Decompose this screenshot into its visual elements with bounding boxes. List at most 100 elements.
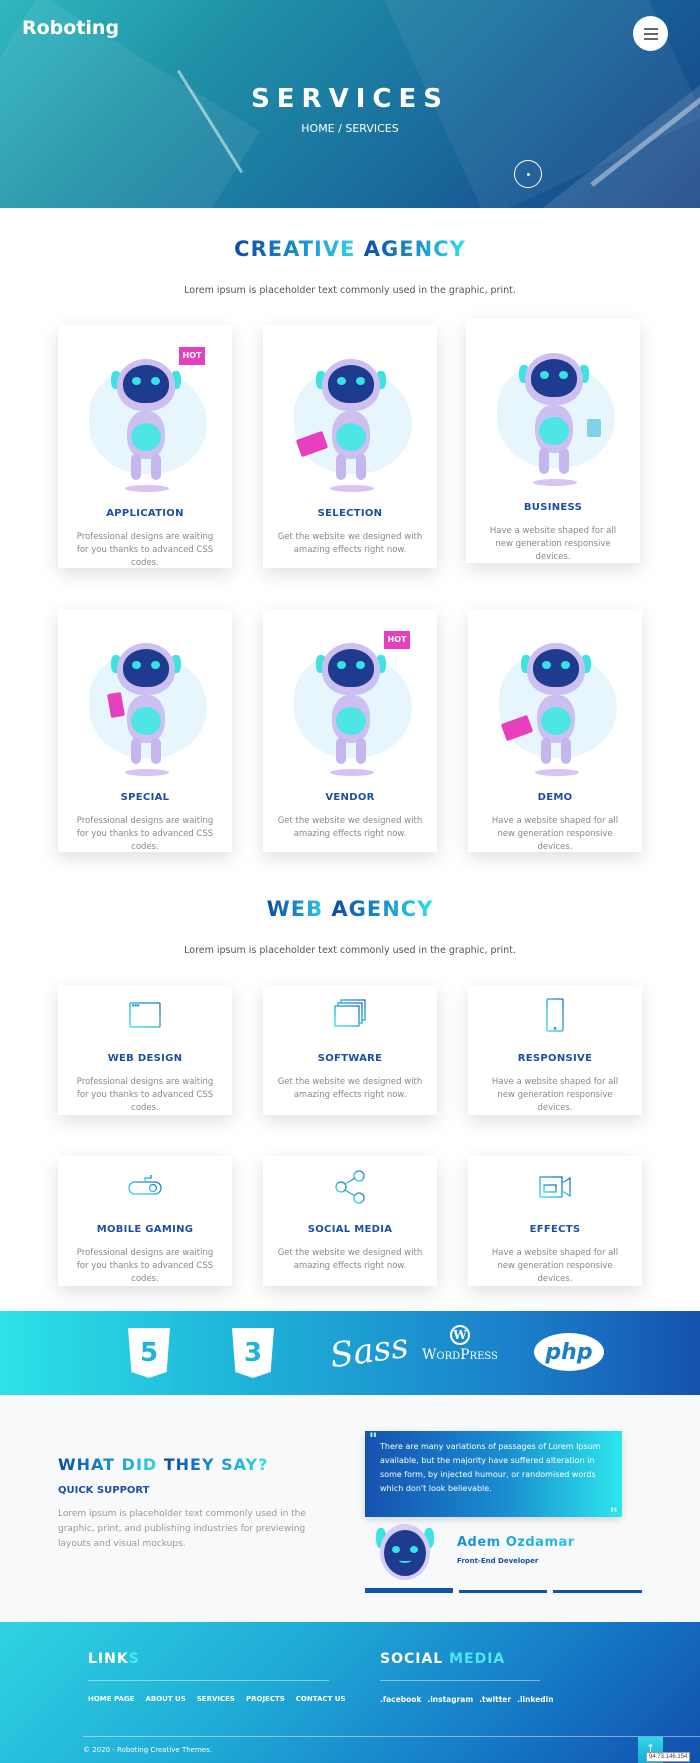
slider-dot-3[interactable] [553, 1590, 642, 1593]
breadcrumb-home[interactable]: HOME [301, 122, 334, 135]
breadcrumb-separator: / [338, 122, 342, 135]
testimonial-avatar [372, 1522, 438, 1582]
service-card-title: SOCIAL MEDIA [307, 1224, 393, 1235]
service-card[interactable]: SELECTION Get the website we designed wi… [263, 325, 437, 568]
service-card-text: Have a website shaped for all new genera… [489, 526, 617, 562]
service-card-text: Have a website shaped for all new genera… [491, 1077, 619, 1113]
breadcrumb: HOME / SERVICES [0, 122, 700, 135]
service-card[interactable]: SOCIAL MEDIA Get the website we designed… [263, 1156, 437, 1286]
quick-support-label: QUICK SUPPORT [58, 1485, 150, 1496]
service-card-title: EFFECTS [529, 1224, 581, 1235]
footer-link[interactable]: HOME PAGE [88, 1695, 134, 1703]
service-card-text: Get the website we designed with amazing… [277, 1248, 423, 1271]
share-icon [263, 1156, 437, 1204]
service-card-title: SPECIAL [120, 792, 170, 803]
service-card-title: RESPONSIVE [517, 1053, 593, 1064]
service-card-title: SOFTWARE [317, 1053, 383, 1064]
sass-logo-icon: Sass [327, 1325, 411, 1377]
wordpress-logo-icon: W WordPress [422, 1325, 498, 1363]
service-card-text: Professional designs are waiting for you… [76, 1248, 214, 1284]
service-card-title: BUSINESS [523, 502, 583, 513]
service-card-text: Get the website we designed with amazing… [277, 1077, 423, 1100]
quote-open-icon: " [369, 1429, 378, 1448]
footer-link[interactable]: ABOUT US [145, 1695, 185, 1703]
service-card-text: Have a website shaped for all new genera… [491, 1248, 619, 1284]
testimonial-author-role: Front-End Developer [457, 1557, 539, 1565]
site-footer: LINKS HOME PAGE ABOUT US SERVICES PROJECTS C… [0, 1622, 700, 1763]
footer-social-link[interactable]: .instagram [427, 1695, 473, 1704]
footer-social-links: .facebook .instagram .twitter .linkedin [380, 1695, 554, 1704]
footer-social-link[interactable]: .linkedin [517, 1695, 553, 1704]
robot-illustration [75, 623, 215, 778]
service-card-text: Professional designs are waiting for you… [76, 816, 214, 852]
technology-band: 5 3 Sass W WordPress php [0, 1311, 700, 1395]
service-card[interactable]: SPECIAL Professional designs are waiting… [58, 609, 232, 852]
creative-agency-subtitle: Lorem ipsum is placeholder text commonly… [184, 285, 516, 296]
footer-link[interactable]: SERVICES [197, 1695, 235, 1703]
service-card-title: DEMO [537, 792, 573, 803]
php-logo-icon: php [534, 1333, 604, 1371]
footer-link[interactable]: PROJECTS [246, 1695, 285, 1703]
web-agency-subtitle: Lorem ipsum is placeholder text commonly… [184, 945, 516, 956]
hamburger-menu-icon[interactable] [633, 16, 668, 51]
scroll-indicator-icon[interactable] [514, 160, 542, 188]
service-card-text: Get the website we designed with amazing… [277, 816, 423, 839]
service-card-title: SELECTION [317, 508, 383, 519]
service-card[interactable]: SOFTWARE Get the website we designed wit… [263, 985, 437, 1115]
mobile-phone-icon [468, 985, 642, 1033]
stacked-windows-icon [263, 985, 437, 1033]
service-card[interactable]: EFFECTS Have a website shaped for all ne… [468, 1156, 642, 1286]
robot-illustration [280, 339, 420, 494]
footer-divider [380, 1680, 540, 1681]
footer-link[interactable]: CONTACT US [296, 1695, 346, 1703]
css3-logo-icon: 3 [232, 1328, 274, 1378]
service-card-title: VENDOR [325, 792, 375, 803]
copyright-text: © 2020 - Roboting Creative Themes. [83, 1746, 212, 1754]
service-card[interactable]: BUSINESS Have a website shaped for all n… [466, 319, 640, 563]
service-card[interactable]: HOT APPLICATION Professional designs are… [58, 325, 232, 568]
service-card-text: Get the website we designed with amazing… [277, 532, 423, 555]
service-card-title: APPLICATION [106, 508, 184, 519]
footer-social-link[interactable]: .facebook [380, 1695, 421, 1704]
hot-badge: HOT [179, 347, 205, 365]
robot-illustration [483, 333, 623, 488]
service-card-title: WEB DESIGN [107, 1053, 183, 1064]
hero-header: Roboting SERVICES HOME / SERVICES [0, 0, 700, 208]
web-agency-title: WEB AGENCY [266, 897, 434, 921]
video-camera-icon [468, 1156, 642, 1204]
page-title: SERVICES [251, 84, 449, 114]
service-card-text: Professional designs are waiting for you… [76, 1077, 214, 1113]
robot-illustration [485, 623, 625, 778]
footer-links: HOME PAGE ABOUT US SERVICES PROJECTS CONTACT… [88, 1695, 345, 1703]
site-logo[interactable]: Roboting [22, 17, 119, 39]
gamepad-icon [58, 1156, 232, 1204]
footer-social-title: SOCIAL MEDIA [380, 1651, 506, 1667]
robot-illustration: HOT [280, 623, 420, 778]
service-card[interactable]: WEB DESIGN Professional designs are wait… [58, 985, 232, 1115]
testimonials-text: Lorem ipsum is placeholder text commonly… [58, 1509, 306, 1549]
footer-social-link[interactable]: .twitter [479, 1695, 511, 1704]
slider-dot-1[interactable] [365, 1588, 453, 1593]
footer-bottom-divider [83, 1736, 700, 1737]
ip-address-tooltip: 94.73.146.154 [646, 1752, 691, 1762]
robot-illustration: HOT [75, 339, 215, 494]
service-card-text: Professional designs are waiting for you… [76, 532, 214, 568]
hot-badge: HOT [384, 631, 410, 649]
html5-logo-icon: 5 [128, 1328, 170, 1378]
browser-window-icon [58, 985, 232, 1033]
creative-agency-title: CREATIVE AGENCY [234, 237, 466, 261]
footer-links-title: LINKS [88, 1651, 140, 1667]
service-card-title: MOBILE GAMING [96, 1224, 194, 1235]
testimonials-title: WHAT DID THEY SAY? [58, 1455, 269, 1474]
testimonial-quote: There are many variations of passages of… [380, 1442, 601, 1493]
slider-dot-2[interactable] [459, 1590, 547, 1593]
service-card[interactable]: DEMO Have a website shaped for all new g… [468, 609, 642, 852]
footer-divider [88, 1680, 329, 1681]
service-card[interactable]: MOBILE GAMING Professional designs are w… [58, 1156, 232, 1286]
testimonial-author-name: Adem Özdamar [457, 1535, 575, 1550]
service-card[interactable]: RESPONSIVE Have a website shaped for all… [468, 985, 642, 1115]
service-card[interactable]: HOT VENDOR Get the website we designed w… [263, 609, 437, 852]
breadcrumb-current: SERVICES [345, 122, 399, 135]
testimonials-section: WHAT DID THEY SAY? QUICK SUPPORT Lorem i… [0, 1395, 700, 1622]
testimonial-quote-box: " There are many variations of passages … [365, 1429, 622, 1523]
